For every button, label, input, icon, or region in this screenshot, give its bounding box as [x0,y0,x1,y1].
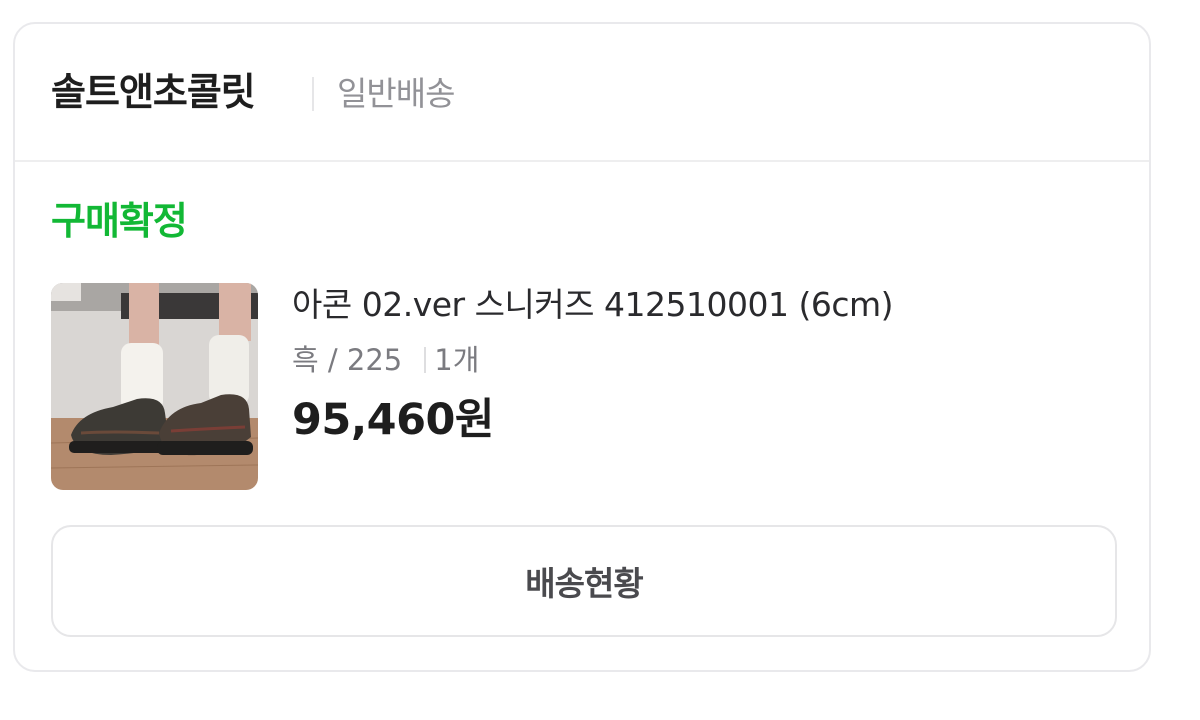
product-name[interactable]: 아콘 02.ver 스니커즈 412510001 (6cm) [292,282,894,328]
order-card-header: 솔트앤초콜릿 일반배송 [15,24,1149,162]
product-photo-sneakers-icon [51,283,258,490]
store-name[interactable]: 솔트앤초콜릿 [51,68,256,116]
shipping-type-label: 일반배송 [337,74,455,113]
product-option-row: 흑 / 225 1개 [292,340,479,380]
delivery-tracking-button[interactable]: 배송현황 [51,525,1117,637]
order-card: 솔트앤초콜릿 일반배송 구매확정 아콘 02.ver 스니커즈 41251000… [13,22,1151,672]
option-divider [424,347,427,373]
product-quantity: 1개 [434,343,480,377]
header-divider [312,77,314,111]
order-status: 구매확정 [51,199,188,243]
product-option: 흑 / 225 [292,343,403,377]
product-price: 95,460원 [292,395,495,445]
product-thumbnail[interactable] [51,283,258,490]
